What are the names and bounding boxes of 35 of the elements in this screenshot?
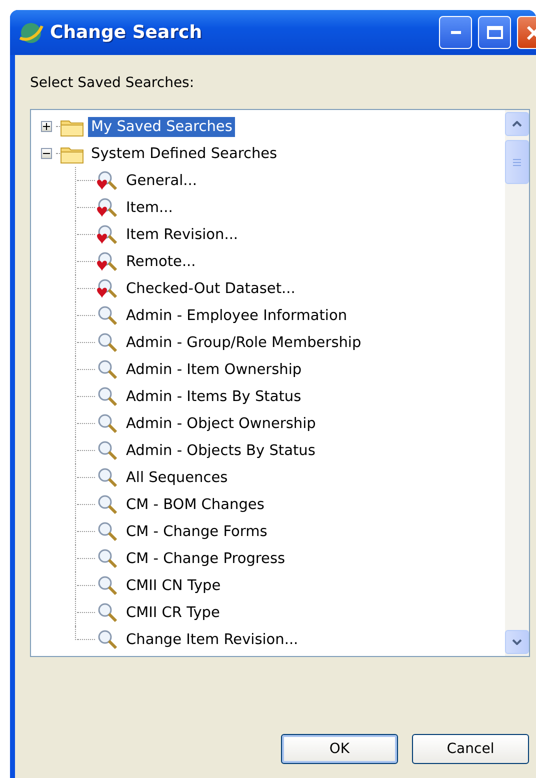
folder-label[interactable]: My Saved Searches — [88, 116, 236, 136]
search-item[interactable]: Admin - Item Ownership — [123, 360, 305, 380]
minimize-button[interactable] — [439, 16, 472, 49]
search-item[interactable]: Admin - Group/Role Membership — [123, 332, 364, 352]
search-item[interactable]: Item... — [123, 198, 176, 218]
search-item[interactable]: CMII CR Type — [123, 602, 223, 622]
search-item[interactable]: CM - Change Progress — [123, 548, 288, 568]
search-item[interactable]: General... — [123, 170, 200, 190]
heart-magnifier-icon — [95, 250, 119, 272]
search-item[interactable]: Remote... — [123, 252, 199, 272]
grip-icon[interactable] — [513, 158, 521, 166]
search-item[interactable]: Change Item Revision... — [123, 630, 302, 650]
scrollbar[interactable] — [505, 110, 529, 656]
dialog-button[interactable]: Cancel — [412, 734, 529, 764]
window-title: Change Search — [50, 22, 204, 43]
search-item[interactable]: All Sequences — [123, 468, 231, 488]
folder-label[interactable]: System Defined Searches — [88, 144, 280, 164]
prompt-label: Select Saved Searches: — [30, 75, 194, 91]
heart-magnifier-icon — [95, 196, 119, 218]
search-item[interactable]: Checked-Out Dataset... — [123, 278, 298, 298]
search-item[interactable]: Admin - Items By Status — [123, 386, 304, 406]
search-item[interactable]: Admin - Objects By Status — [123, 440, 318, 460]
expand-icon[interactable] — [41, 121, 52, 132]
search-item[interactable]: Item Revision... — [123, 224, 242, 244]
maximize-button[interactable] — [478, 16, 511, 49]
search-item[interactable]: CM - Change Forms — [123, 522, 270, 542]
dialog-button[interactable]: OK — [281, 734, 398, 764]
heart-magnifier-icon — [95, 224, 119, 246]
heart-magnifier-icon — [95, 170, 119, 192]
search-item[interactable]: CMII CN Type — [123, 576, 224, 596]
heart-magnifier-icon — [95, 278, 119, 300]
search-item[interactable]: Admin - Employee Information — [123, 306, 350, 326]
collapse-icon[interactable] — [41, 148, 52, 159]
search-item[interactable]: Admin - Object Ownership — [123, 414, 319, 434]
search-item[interactable]: CM - BOM Changes — [123, 494, 268, 514]
